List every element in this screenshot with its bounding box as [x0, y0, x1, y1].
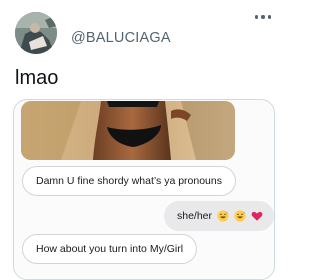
message-text: How about you turn into My/Girl [36, 243, 184, 255]
message-bubble-outgoing: she/her [164, 201, 274, 231]
photo-image [21, 101, 235, 160]
avatar[interactable] [15, 12, 57, 54]
avatar-image [15, 12, 57, 54]
red-heart-emoji-icon [251, 212, 263, 222]
tweet[interactable]: @BALUCIAGA lmao Damn U fine shordy what’… [0, 0, 282, 280]
more-options-icon[interactable] [254, 10, 272, 24]
message-bubble-incoming: Damn U fine shordy what’s ya pronouns [22, 166, 236, 196]
media-card[interactable]: Damn U fine shordy what’s ya pronouns sh… [13, 99, 275, 280]
shared-photo[interactable] [21, 101, 235, 160]
message-bubble-incoming: How about you turn into My/Girl [22, 234, 198, 264]
author-handle[interactable]: @BALUCIAGA [71, 30, 171, 46]
message-text: she/her [177, 210, 213, 222]
tweet-text: lmao [15, 67, 59, 89]
grinning-sweat-emoji-icon [217, 210, 229, 222]
message-text: Damn U fine shordy what’s ya pronouns [36, 175, 222, 187]
grinning-sweat-emoji-icon [234, 210, 246, 222]
more-dot [261, 15, 265, 19]
more-dot [267, 15, 271, 19]
more-dot [255, 15, 259, 19]
